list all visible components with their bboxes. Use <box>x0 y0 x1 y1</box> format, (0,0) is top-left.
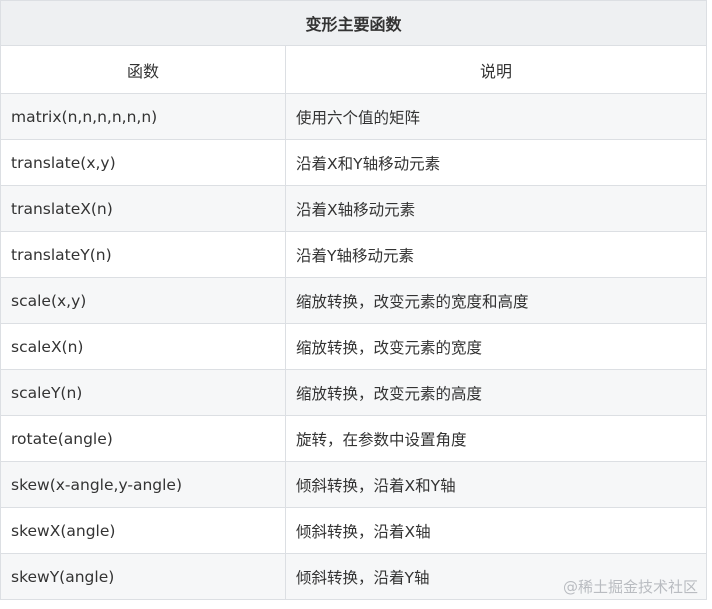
table-row: rotate(angle) 旋转，在参数中设置角度 <box>0 415 708 462</box>
header-function: 函数 <box>0 45 286 94</box>
function-cell: skewY(angle) <box>0 553 286 600</box>
table-row: matrix(n,n,n,n,n,n) 使用六个值的矩阵 <box>0 93 708 140</box>
description-cell: 缩放转换，改变元素的宽度和高度 <box>284 277 708 324</box>
function-cell: matrix(n,n,n,n,n,n) <box>0 93 286 140</box>
table-caption: 变形主要函数 <box>0 0 708 46</box>
description-cell: 倾斜转换，沿着X和Y轴 <box>284 461 708 508</box>
table-row: skewX(angle) 倾斜转换，沿着X轴 <box>0 507 708 554</box>
function-cell: scale(x,y) <box>0 277 286 324</box>
function-cell: translateX(n) <box>0 185 286 232</box>
caption-row: 变形主要函数 <box>0 0 708 46</box>
transform-functions-table: 变形主要函数 函数 说明 matrix(n,n,n,n,n,n) 使用六个值的矩… <box>0 0 708 600</box>
watermark: @稀土掘金技术社区 <box>562 578 698 596</box>
table-row: scale(x,y) 缩放转换，改变元素的宽度和高度 <box>0 277 708 324</box>
table-row: translate(x,y) 沿着X和Y轴移动元素 <box>0 139 708 186</box>
description-cell: 倾斜转换，沿着X轴 <box>284 507 708 554</box>
description-cell: 沿着X轴移动元素 <box>284 185 708 232</box>
table-row: translateX(n) 沿着X轴移动元素 <box>0 185 708 232</box>
description-cell: 旋转，在参数中设置角度 <box>284 415 708 462</box>
header-row: 函数 说明 <box>0 45 708 94</box>
table-row: translateY(n) 沿着Y轴移动元素 <box>0 231 708 278</box>
function-cell: skewX(angle) <box>0 507 286 554</box>
table-row: scaleX(n) 缩放转换，改变元素的宽度 <box>0 323 708 370</box>
function-cell: translate(x,y) <box>0 139 286 186</box>
function-cell: scaleX(n) <box>0 323 286 370</box>
function-cell: skew(x-angle,y-angle) <box>0 461 286 508</box>
table-row: scaleY(n) 缩放转换，改变元素的高度 <box>0 369 708 416</box>
description-cell: 缩放转换，改变元素的宽度 <box>284 323 708 370</box>
description-cell: 沿着Y轴移动元素 <box>284 231 708 278</box>
header-description: 说明 <box>284 45 708 94</box>
table-row: skew(x-angle,y-angle) 倾斜转换，沿着X和Y轴 <box>0 461 708 508</box>
function-cell: scaleY(n) <box>0 369 286 416</box>
description-cell: 缩放转换，改变元素的高度 <box>284 369 708 416</box>
description-cell: 沿着X和Y轴移动元素 <box>284 139 708 186</box>
function-cell: rotate(angle) <box>0 415 286 462</box>
function-cell: translateY(n) <box>0 231 286 278</box>
transform-functions-table-wrap: 变形主要函数 函数 说明 matrix(n,n,n,n,n,n) 使用六个值的矩… <box>0 0 708 600</box>
description-cell: 使用六个值的矩阵 <box>284 93 708 140</box>
